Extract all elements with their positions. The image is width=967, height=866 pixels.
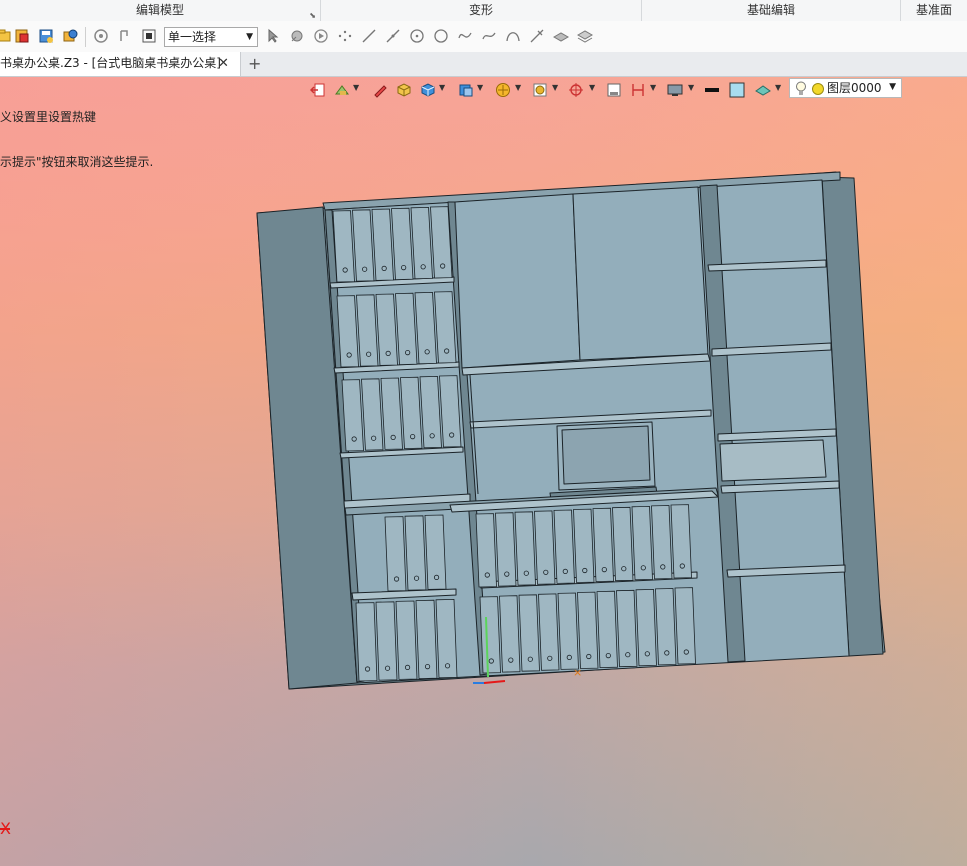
points-icon[interactable] [337,28,353,44]
ribbon-group-datum-plane: 基准面 [901,0,967,21]
door-panel [572,186,709,361]
binder [495,512,517,587]
circle-center-icon[interactable] [409,28,425,44]
svg-text:×: × [573,666,582,679]
ribbon-group-edit-model: 编辑模型 ⬊ [0,0,321,21]
pick-icon[interactable] [117,28,133,44]
binder [592,507,614,583]
selection-filter-value: 单一选择 [168,30,217,44]
close-icon[interactable]: ✕ [218,52,229,75]
binder [404,515,427,591]
tab-label: 书桌办公桌.Z3 - [台式电脑桌书桌办公桌] [0,56,221,70]
binder [670,504,692,579]
surface-icon[interactable] [553,28,569,44]
ribbon-group-bar: 编辑模型 ⬊ 变形 基础编辑 基准面 [0,0,967,22]
stop-icon[interactable] [141,28,157,44]
binder [415,599,438,680]
ribbon-group-basic-edit: 基础编辑 [642,0,901,21]
binder [655,588,677,666]
arc-icon[interactable] [505,28,521,44]
binder [553,509,575,584]
tab-active-document[interactable]: 书桌办公桌.Z3 - [台式电脑桌书桌办公桌] ✕ [0,52,241,76]
spline-icon[interactable] [457,28,473,44]
binder [557,592,579,670]
binder [651,505,673,580]
binder [384,516,407,592]
cursor-select-icon[interactable] [265,28,281,44]
binder [573,508,595,583]
desk-model-3d[interactable]: × [0,77,967,866]
binder [612,506,634,582]
binder [479,596,501,674]
chevron-down-icon: ▼ [246,32,253,42]
binder [375,601,398,681]
toolbar-separator [85,27,86,47]
ribbon-group-label: 变形 [468,3,493,17]
monitor-screen [561,425,651,485]
door-panel [454,193,581,369]
line-icon[interactable] [361,28,377,44]
import-icon[interactable] [14,28,30,44]
binder [518,594,540,672]
add-tab-icon[interactable]: + [248,52,261,75]
binder [424,514,447,590]
rotate-view-icon[interactable] [93,28,109,44]
binder [355,602,378,682]
ribbon-group-label: 基础编辑 [746,3,795,17]
graphics-viewport[interactable]: 义设置里设置热键 示提示"按钮来取消这些提示. ▼ ▼ ▼ ▼ ▼ ▼ ▼ ▼ … [0,77,967,866]
trim-icon[interactable] [529,28,545,44]
binder [435,598,458,679]
binder [534,510,556,585]
line-through-point-icon[interactable] [385,28,401,44]
save-all-icon[interactable] [38,28,54,44]
document-tab-strip: 书桌办公桌.Z3 - [台式电脑桌书桌办公桌] ✕ + [0,52,967,77]
ribbon-group-label: 基准面 [915,3,952,17]
binder [616,589,638,668]
binder [514,511,536,586]
quick-toolbar: 单一选择 ▼ [0,21,967,53]
open-file-icon[interactable] [0,28,12,44]
binder [538,593,560,671]
export-icon[interactable] [62,28,78,44]
binder [577,591,599,669]
circle-icon[interactable] [433,28,449,44]
ribbon-group-deform: 变形 [321,0,642,21]
binder [395,600,418,680]
binder [596,590,618,669]
x-axis-label: X [0,819,11,838]
binder [475,513,497,588]
binder [674,587,696,665]
ribbon-group-label: 编辑模型 [135,3,184,17]
curve-icon[interactable] [481,28,497,44]
selection-filter-dropdown[interactable]: 单一选择 ▼ [164,27,258,47]
play-icon[interactable] [313,28,329,44]
layers-stack-icon[interactable] [577,28,593,44]
binder [499,595,521,673]
binder [635,588,657,667]
drawer-box [719,439,827,482]
binder [631,505,653,581]
pick-filter-icon[interactable] [289,28,305,44]
